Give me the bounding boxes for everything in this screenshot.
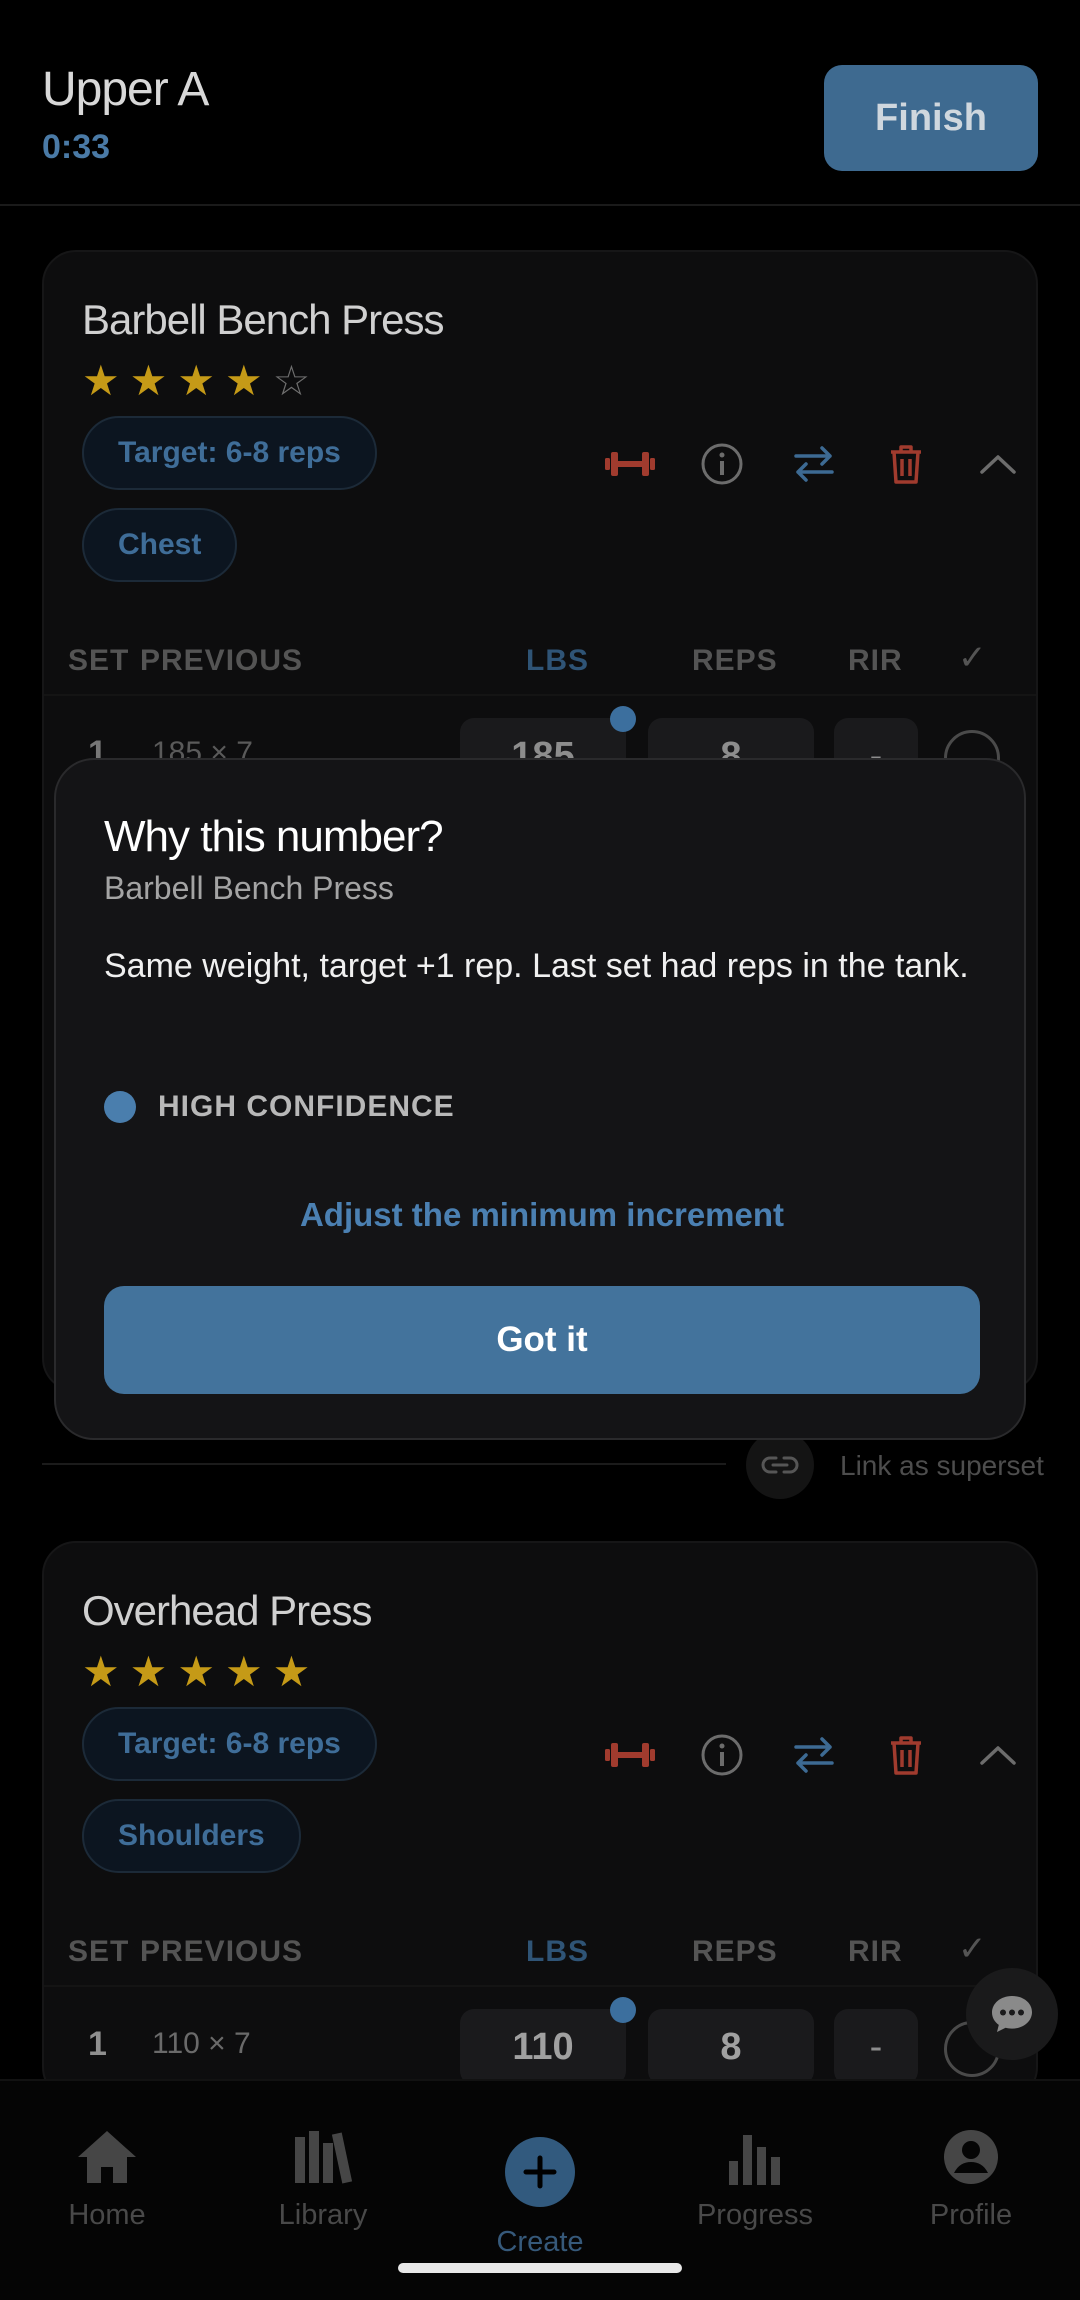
plus-icon [523,2155,557,2189]
col-weight: LBS [526,644,589,677]
col-set: SET [68,1935,130,1968]
swap-button[interactable] [768,434,860,494]
info-button[interactable] [676,1725,768,1785]
star-filled-icon[interactable]: ★ [177,1651,215,1693]
star-filled-icon[interactable]: ★ [225,360,263,402]
profile-icon [944,2130,998,2184]
col-rir: RIR [848,644,903,677]
chevron-up-icon [980,1746,1016,1765]
chevron-up-icon [980,455,1016,474]
rir-input[interactable]: - [834,2009,918,2085]
dialog-body: Same weight, target +1 rep. Last set had… [104,947,969,985]
info-button[interactable] [676,434,768,494]
set-previous: 110 × 7 [152,2027,251,2060]
nav-label: Create [496,2226,584,2258]
weight-value: 110 [512,2025,574,2068]
bar-chart-icon [729,2135,780,2185]
exercise-name: Barbell Bench Press [82,296,445,343]
col-done-icon: ✓ [958,1930,988,1968]
equipment-button[interactable] [584,1725,676,1785]
equipment-icon [605,452,655,476]
adjust-increment-link[interactable]: Adjust the minimum increment [56,1196,1028,1234]
got-it-button[interactable]: Got it [104,1286,980,1394]
confidence-dot-icon [104,1091,136,1123]
reps-input[interactable]: 8 [648,2009,814,2085]
col-set: SET [68,644,130,677]
home-indicator[interactable] [398,2263,682,2273]
confidence-indicator: HIGH CONFIDENCE [104,1090,455,1124]
swap-icon [794,446,834,482]
col-done-icon: ✓ [958,639,988,677]
workout-timer: 0:33 [42,128,111,166]
star-filled-icon[interactable]: ★ [177,360,215,402]
superset-link-button[interactable] [746,1431,814,1499]
nav-label: Library [278,2199,368,2231]
delete-button[interactable] [860,434,952,494]
delete-button[interactable] [860,1725,952,1785]
trash-icon [891,1736,921,1775]
nav-label: Home [68,2199,146,2231]
workout-header: Upper A 0:33 Finish [0,0,1080,206]
muscle-group-chip: Chest [82,508,238,582]
card-actions [584,1725,1036,1785]
equipment-button[interactable] [584,434,676,494]
sets-header: SET PREVIOUS LBS REPS RIR ✓ [44,1923,1036,1983]
weight-input[interactable]: 110 [460,1997,636,2085]
sets-header: SET PREVIOUS LBS REPS RIR ✓ [44,632,1036,692]
superset-divider [42,1463,726,1465]
star-filled-icon[interactable]: ★ [82,1651,120,1693]
nav-label: Progress [696,2199,814,2231]
nav-home[interactable]: Home [7,2081,207,2300]
collapse-button[interactable] [952,434,1036,494]
info-icon [701,443,743,485]
create-button[interactable] [505,2137,575,2207]
star-filled-icon[interactable]: ★ [225,1651,263,1693]
nav-library[interactable]: Library [223,2081,423,2300]
library-icon [295,2131,353,2184]
exercise-card: Overhead Press ★ ★ ★ ★ ★ Target: 6-8 rep… [42,1541,1038,2101]
finish-button[interactable]: Finish [824,65,1038,171]
exercise-rating[interactable]: ★ ★ ★ ★ ★ [82,1651,310,1693]
col-previous: PREVIOUS [140,1935,304,1968]
star-filled-icon[interactable]: ★ [82,360,120,402]
exercise-rating[interactable]: ★ ★ ★ ★ ☆ [82,360,310,402]
info-icon [701,1734,743,1776]
set-number: 1 [88,2025,107,2063]
suggestion-dot-icon[interactable] [610,706,636,732]
nav-label: Profile [929,2199,1013,2231]
dialog-subtitle: Barbell Bench Press [104,870,394,906]
collapse-button[interactable] [952,1725,1036,1785]
nav-progress[interactable]: Progress [655,2081,855,2300]
col-weight: LBS [526,1935,589,1968]
superset-label[interactable]: Link as superset [840,1450,1044,1482]
dialog-title: Why this number? [104,812,444,861]
confidence-label: HIGH CONFIDENCE [158,1090,455,1123]
col-previous: PREVIOUS [140,644,304,677]
col-reps: REPS [692,644,778,677]
link-icon [761,1456,799,1474]
nav-profile[interactable]: Profile [871,2081,1071,2300]
equipment-icon [605,1743,655,1767]
exercise-name: Overhead Press [82,1587,372,1634]
suggestion-dot-icon[interactable] [610,1997,636,2023]
star-empty-icon[interactable]: ☆ [273,360,311,402]
swap-icon [794,1737,834,1773]
star-filled-icon[interactable]: ★ [130,1651,168,1693]
why-this-number-dialog: Why this number? Barbell Bench Press Sam… [54,758,1026,1440]
card-actions [584,434,1036,494]
col-rir: RIR [848,1935,903,1968]
star-filled-icon[interactable]: ★ [130,360,168,402]
home-icon [78,2131,136,2183]
star-filled-icon[interactable]: ★ [273,1651,311,1693]
target-reps-chip: Target: 6-8 reps [82,1707,377,1781]
chat-bubble-icon [992,1996,1032,2032]
workout-title: Upper A [42,63,209,116]
trash-icon [891,445,921,484]
target-reps-chip: Target: 6-8 reps [82,416,377,490]
swap-button[interactable] [768,1725,860,1785]
chat-button[interactable] [966,1968,1058,2060]
muscle-group-chip: Shoulders [82,1799,301,1873]
col-reps: REPS [692,1935,778,1968]
